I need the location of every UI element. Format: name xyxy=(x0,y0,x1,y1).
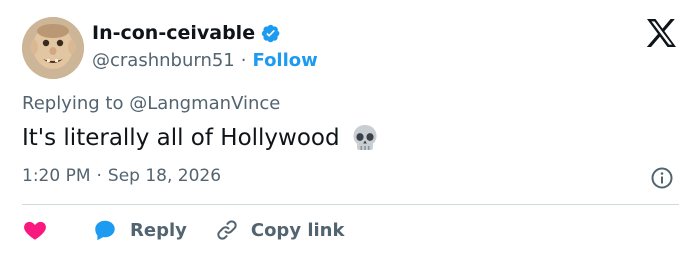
heart-icon xyxy=(24,221,46,240)
follow-button[interactable]: Follow xyxy=(253,50,318,71)
tweet-body: It's literally all of Hollywood xyxy=(22,125,340,151)
author-block: In-con-ceivable @crashnburn51 · Follow xyxy=(92,20,318,72)
avatar[interactable] xyxy=(22,17,84,79)
tweet-text: It's literally all of Hollywood xyxy=(22,123,380,153)
link-icon xyxy=(217,220,237,240)
x-logo-icon[interactable] xyxy=(645,18,677,48)
reply-button[interactable]: Reply xyxy=(48,217,187,243)
verified-badge-icon xyxy=(260,23,281,44)
reply-bubble-icon xyxy=(95,220,115,241)
replying-to-label: Replying to xyxy=(22,93,124,114)
copy-link-button[interactable]: Copy link xyxy=(187,218,345,242)
display-name[interactable]: In-con-ceivable xyxy=(92,22,255,44)
handle-row: @crashnburn51 · Follow xyxy=(92,48,318,72)
replying-to: Replying to @LangmanVince xyxy=(22,93,280,114)
divider xyxy=(22,204,679,205)
mention-link[interactable]: @LangmanVince xyxy=(129,93,280,114)
name-row: In-con-ceivable xyxy=(92,20,318,46)
info-icon[interactable] xyxy=(650,166,674,190)
tweet-time: 1:20 PM xyxy=(22,166,91,186)
action-bar: Reply Copy link xyxy=(22,216,344,244)
tweet-date: Sep 18, 2026 xyxy=(107,166,222,186)
like-button[interactable] xyxy=(22,217,48,243)
copy-link-label: Copy link xyxy=(250,219,345,241)
timestamp-row[interactable]: 1:20 PM · Sep 18, 2026 xyxy=(22,166,221,186)
skull-emoji-icon xyxy=(350,123,380,153)
reply-label: Reply xyxy=(130,219,187,241)
separator-dot: · xyxy=(240,49,247,71)
avatar-image xyxy=(22,17,84,79)
separator-dot: · xyxy=(96,166,102,186)
handle[interactable]: @crashnburn51 xyxy=(92,50,235,71)
